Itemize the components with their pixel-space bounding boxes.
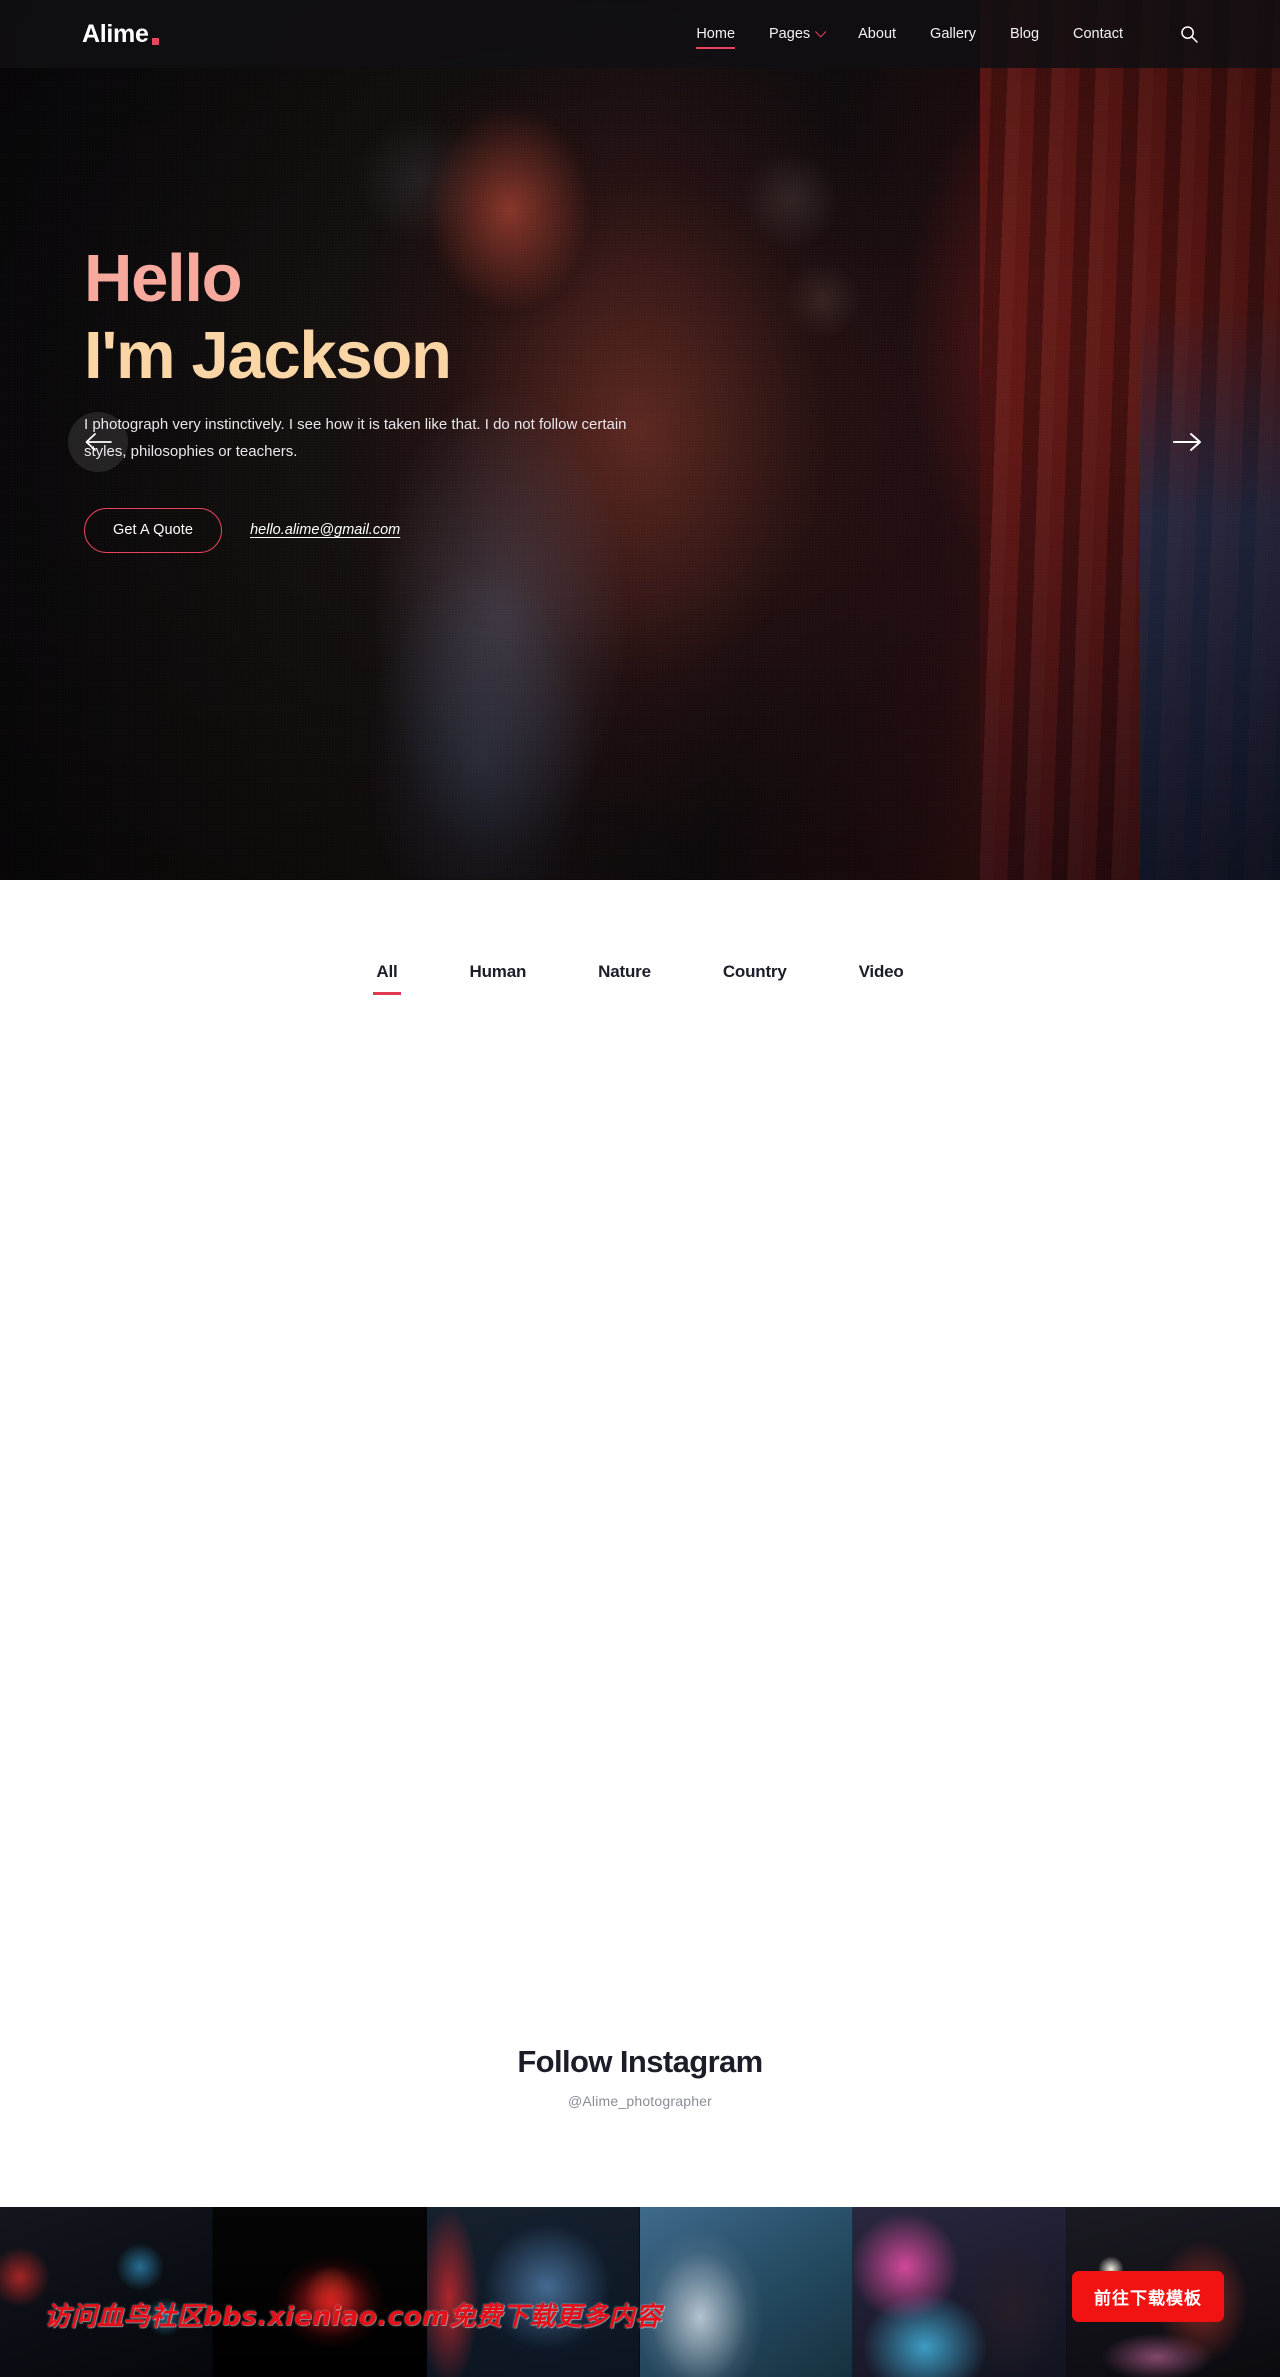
- filter-tab-all[interactable]: All: [340, 962, 433, 982]
- nav-item-blog[interactable]: Blog: [993, 0, 1056, 68]
- instagram-section: Follow Instagram @Alime_photographer: [0, 2032, 1280, 2109]
- nav-item-pages[interactable]: Pages: [752, 0, 841, 68]
- chevron-down-icon: [815, 26, 827, 38]
- download-template-button[interactable]: 前往下载模板: [1072, 2271, 1224, 2322]
- hero-description: I photograph very instinctively. I see h…: [84, 416, 627, 461]
- filter-tab-human[interactable]: Human: [434, 962, 563, 982]
- filter-tab-country[interactable]: Country: [687, 962, 823, 982]
- nav-item-about[interactable]: About: [841, 0, 913, 68]
- site-header: Alime Home Pages About Gallery Blog Cont…: [0, 0, 1280, 68]
- hero-greeting: Hello: [84, 241, 243, 316]
- insta-tile-3[interactable]: [426, 2207, 640, 2377]
- instagram-title: Follow Instagram: [517, 2044, 763, 2079]
- gallery-grid: [0, 982, 1280, 2032]
- nav-item-contact[interactable]: Contact: [1056, 0, 1140, 68]
- site-watermark: 访问血鸟社区bbs.xieniao.com免费下载更多内容: [44, 2302, 662, 2332]
- search-icon[interactable]: [1176, 21, 1202, 47]
- insta-tile-5[interactable]: [853, 2207, 1067, 2377]
- arrow-left-icon[interactable]: [68, 412, 128, 472]
- logo-dot-icon: [151, 37, 159, 45]
- site-logo[interactable]: Alime: [82, 19, 159, 48]
- hero-actions: Get A Quote hello.alime@gmail.com: [84, 507, 1280, 553]
- nav-item-home[interactable]: Home: [679, 0, 752, 68]
- logo-text: Alime: [82, 19, 149, 48]
- page-root: Alime Home Pages About Gallery Blog Cont…: [0, 0, 1280, 2377]
- hero-name: I'm Jackson: [84, 317, 452, 393]
- get-a-quote-button[interactable]: Get A Quote: [84, 507, 223, 553]
- instagram-handle: @Alime_photographer: [567, 2093, 713, 2109]
- nav-item-gallery[interactable]: Gallery: [913, 0, 993, 68]
- nav-label: Blog: [1009, 26, 1040, 42]
- gallery-filter-tabs: All Human Nature Country Video: [0, 880, 1280, 982]
- filter-tab-nature[interactable]: Nature: [562, 962, 687, 982]
- hero-content: Hello I'm Jackson I photograph very inst…: [0, 0, 1280, 553]
- nav-label: About: [858, 26, 897, 42]
- nav-label: Contact: [1073, 26, 1123, 42]
- insta-tile-1[interactable]: [0, 2207, 214, 2377]
- hero-section: Alime Home Pages About Gallery Blog Cont…: [0, 0, 1280, 880]
- main-navigation: Home Pages About Gallery Blog Contact: [679, 0, 1140, 68]
- insta-tile-4[interactable]: [639, 2207, 854, 2377]
- nav-label: Gallery: [930, 26, 976, 42]
- nav-label: Home: [696, 26, 736, 42]
- nav-label: Pages: [769, 26, 811, 42]
- arrow-right-icon[interactable]: [1168, 425, 1208, 459]
- insta-tile-2[interactable]: [213, 2207, 427, 2377]
- email-link[interactable]: hello.alime@gmail.com: [250, 522, 400, 538]
- gallery-section: All Human Nature Country Video: [0, 880, 1280, 2032]
- filter-tab-video[interactable]: Video: [823, 962, 940, 982]
